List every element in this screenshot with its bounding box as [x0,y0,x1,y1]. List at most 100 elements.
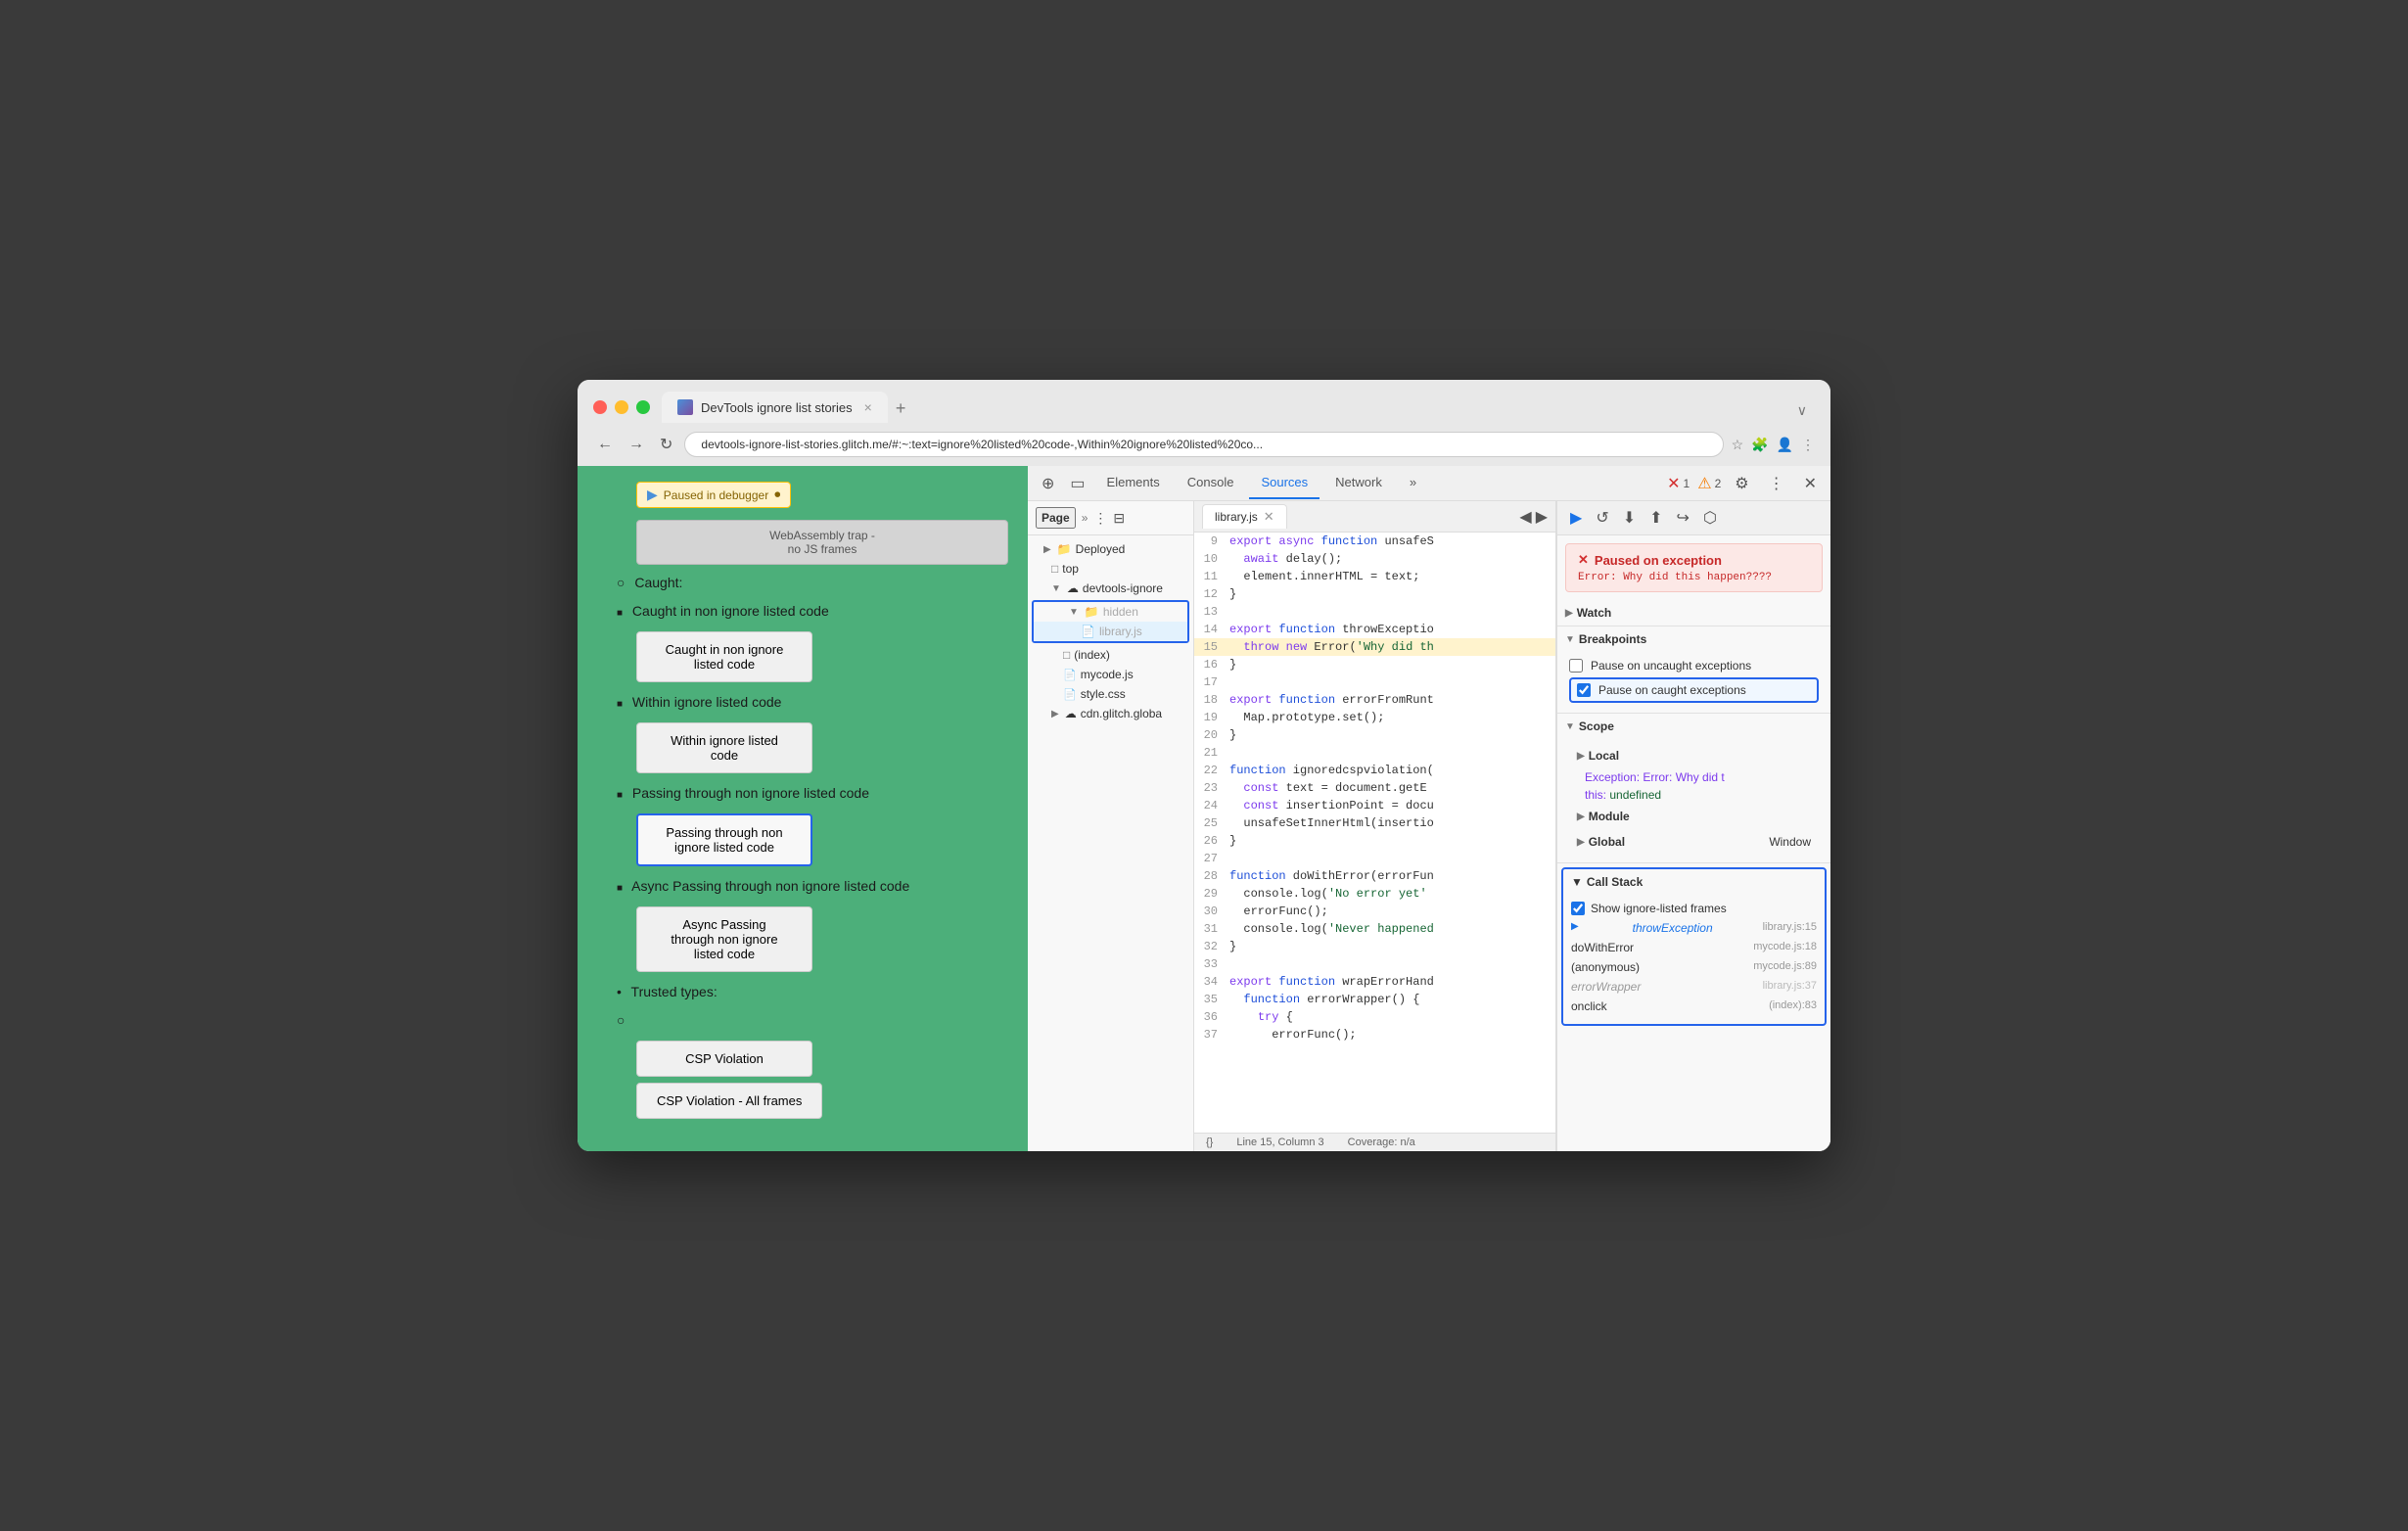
profile-icon[interactable]: 👤 [1777,437,1793,453]
trusted-types-sub [578,1006,1028,1035]
passing-through-button[interactable]: Passing through nonignore listed code [636,813,812,866]
call-stack-frame-4[interactable]: onclick (index):83 [1571,997,1817,1016]
tree-index-icon: □ [1063,648,1070,662]
new-tab-button[interactable]: + [888,394,914,423]
tab-elements[interactable]: Elements [1095,467,1172,499]
bookmark-icon[interactable]: ☆ [1732,437,1744,453]
module-scope-header[interactable]: ▶ Module [1569,804,1819,829]
step-out-button[interactable]: ⬆ [1644,505,1667,531]
call-stack-frame-2[interactable]: (anonymous) mycode.js:89 [1571,957,1817,977]
sidebar-menu-icon[interactable]: ⋮ [1093,510,1107,527]
tree-item-mycode[interactable]: 📄 mycode.js [1028,665,1193,684]
back-button[interactable]: ← [593,432,617,457]
module-scope-label: Module [1589,810,1630,823]
scope-header[interactable]: ▼ Scope [1557,714,1830,739]
tab-overflow-button[interactable]: ∨ [1789,398,1815,423]
pause-caught-checkbox[interactable] [1577,683,1591,697]
caught-non-ignore-button[interactable]: Caught in non ignorelisted code [636,631,812,682]
pause-uncaught-label: Pause on uncaught exceptions [1591,659,1751,673]
breakpoints-header[interactable]: ▼ Breakpoints [1557,626,1830,652]
editor-tab-library[interactable]: library.js ✕ [1202,504,1287,529]
call-stack-header[interactable]: ▼ Call Stack [1563,869,1825,895]
deactivate-breakpoints-button[interactable]: ⬡ [1698,505,1722,531]
show-ignored-frames-checkbox[interactable] [1571,902,1585,915]
step-into-button[interactable]: ⬇ [1618,505,1641,531]
menu-icon[interactable]: ⋮ [1801,437,1815,453]
tab-sources[interactable]: Sources [1249,467,1320,499]
sidebar-more-button[interactable]: » [1082,511,1088,525]
cs-frame-name-3: errorWrapper [1571,980,1641,994]
code-line-27: 27 [1194,850,1555,867]
more-options-button[interactable]: ⋮ [1763,470,1790,497]
global-scope-val: Window [1769,835,1811,849]
code-editor: library.js ✕ ◀ ▶ 9 export async function… [1194,501,1556,1151]
tree-item-index[interactable]: □ (index) [1028,645,1193,665]
scope-section: ▼ Scope ▶ Local Exception: Error: Why di… [1557,714,1830,863]
global-scope-header[interactable]: ▶ Global Window [1569,829,1819,855]
cs-frame-loc-2: mycode.js:89 [1753,960,1817,974]
csp-violation-button[interactable]: CSP Violation [636,1041,812,1077]
global-scope-label: Global [1589,835,1625,849]
call-stack-frame-0[interactable]: throwException library.js:15 [1571,918,1817,938]
tree-item-devtools-ignore[interactable]: ▼ ☁ devtools-ignore [1028,579,1193,598]
watch-header[interactable]: ▶ Watch [1557,600,1830,626]
minimize-traffic-light[interactable] [615,400,628,414]
tree-item-cdn[interactable]: ▶ ☁ cdn.glitch.globa [1028,704,1193,723]
settings-button[interactable]: ⚙ [1729,470,1754,497]
editor-forward-button[interactable]: ▶ [1536,507,1548,527]
csp-violation-all-button[interactable]: CSP Violation - All frames [636,1083,822,1119]
code-area[interactable]: 9 export async function unsafeS 10 await… [1194,533,1555,1133]
close-traffic-light[interactable] [593,400,607,414]
tree-item-deployed[interactable]: ▶ 📁 Deployed [1028,539,1193,559]
address-input[interactable] [684,432,1723,457]
file-tree: ▶ 📁 Deployed □ top ▼ ☁ devtools-ignore [1028,535,1193,727]
step-over-button[interactable]: ↺ [1591,505,1613,531]
async-passing-button[interactable]: Async Passingthrough non ignorelisted co… [636,906,812,972]
tree-item-hidden[interactable]: ▼ 📁 hidden [1034,602,1187,622]
tab-close-button[interactable]: × [864,399,872,415]
extensions-icon[interactable]: 🧩 [1751,437,1768,453]
browser-tab-active[interactable]: DevTools ignore list stories × [662,392,888,423]
code-line-34: 34 export function wrapErrorHand [1194,973,1555,991]
tree-label-style: style.css [1081,687,1126,701]
breakpoints-arrow-icon: ▼ [1565,634,1575,645]
tab-title: DevTools ignore list stories [701,400,853,415]
code-line-36: 36 try { [1194,1008,1555,1026]
tree-label-deployed: Deployed [1076,542,1126,556]
error-badge: ✕ 1 [1667,474,1690,493]
code-line-12: 12 } [1194,585,1555,603]
devtools-right-icons: ✕ 1 ⚠ 2 ⚙ ⋮ ✕ [1667,470,1823,497]
forward-button[interactable]: → [625,432,648,457]
breakpoints-label: Breakpoints [1579,632,1646,646]
pause-caught-row: Pause on caught exceptions [1569,677,1819,703]
maximize-traffic-light[interactable] [636,400,650,414]
tab-network[interactable]: Network [1323,467,1394,499]
pause-uncaught-row: Pause on uncaught exceptions [1569,656,1819,675]
pause-uncaught-checkbox[interactable] [1569,659,1583,673]
call-stack-frame-3[interactable]: errorWrapper library.js:37 [1571,977,1817,997]
scope-this-item: this: undefined [1585,786,1819,804]
call-stack-label: Call Stack [1587,875,1643,889]
sidebar-collapse-icon[interactable]: ⊟ [1113,510,1125,527]
inspect-element-button[interactable]: ⊕ [1036,470,1060,497]
within-ignore-button[interactable]: Within ignore listedcode [636,722,812,773]
close-devtools-button[interactable]: ✕ [1798,470,1823,497]
editor-tab-close-button[interactable]: ✕ [1264,509,1274,525]
tab-console[interactable]: Console [1176,467,1246,499]
reload-button[interactable]: ↻ [656,431,676,458]
sidebar-tab-page[interactable]: Page [1036,507,1076,529]
tab-more[interactable]: » [1398,467,1428,499]
device-mode-button[interactable]: ▭ [1064,470,1090,497]
step-button[interactable]: ↪ [1672,505,1694,531]
resume-button[interactable]: ▶ [1565,505,1587,531]
tree-folder-icon: 📁 [1057,542,1072,556]
tree-style-icon: 📄 [1063,688,1077,701]
tree-item-library-js[interactable]: 📄 library.js [1034,622,1187,641]
call-stack-frame-1[interactable]: doWithError mycode.js:18 [1571,938,1817,957]
watch-arrow-icon: ▶ [1565,608,1573,619]
local-scope-header[interactable]: ▶ Local [1569,743,1819,768]
tree-item-style[interactable]: 📄 style.css [1028,684,1193,704]
tree-item-top[interactable]: □ top [1028,559,1193,579]
editor-back-button[interactable]: ◀ [1519,507,1531,527]
watch-section: ▶ Watch [1557,600,1830,626]
